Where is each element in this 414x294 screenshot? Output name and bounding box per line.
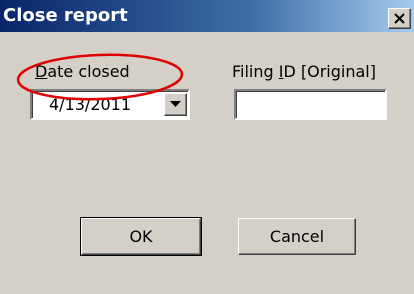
filing-id-label: Filing ID [Original] xyxy=(232,62,376,82)
title-bar[interactable]: Close report xyxy=(0,0,414,32)
date-closed-picker[interactable]: 4/13/2011 xyxy=(30,89,190,120)
dialog-title: Close report xyxy=(3,5,128,26)
ok-button[interactable]: OK xyxy=(80,217,202,256)
filing-id-label-end: D [Original] xyxy=(283,62,376,81)
date-closed-mnemonic: D xyxy=(35,62,48,81)
cancel-button[interactable]: Cancel xyxy=(238,218,356,255)
close-button[interactable] xyxy=(388,8,411,29)
date-dropdown-button[interactable] xyxy=(164,93,187,116)
filing-id-label-start: Filing xyxy=(232,62,279,81)
chevron-down-icon xyxy=(170,101,181,107)
filing-id-input[interactable] xyxy=(234,89,387,120)
date-closed-label: Date closed xyxy=(35,62,130,82)
date-closed-label-text: ate closed xyxy=(47,62,130,81)
close-icon xyxy=(394,13,405,24)
close-report-dialog: Close report Date closed Filing ID [Orig… xyxy=(0,0,414,294)
date-closed-value: 4/13/2011 xyxy=(49,95,132,114)
